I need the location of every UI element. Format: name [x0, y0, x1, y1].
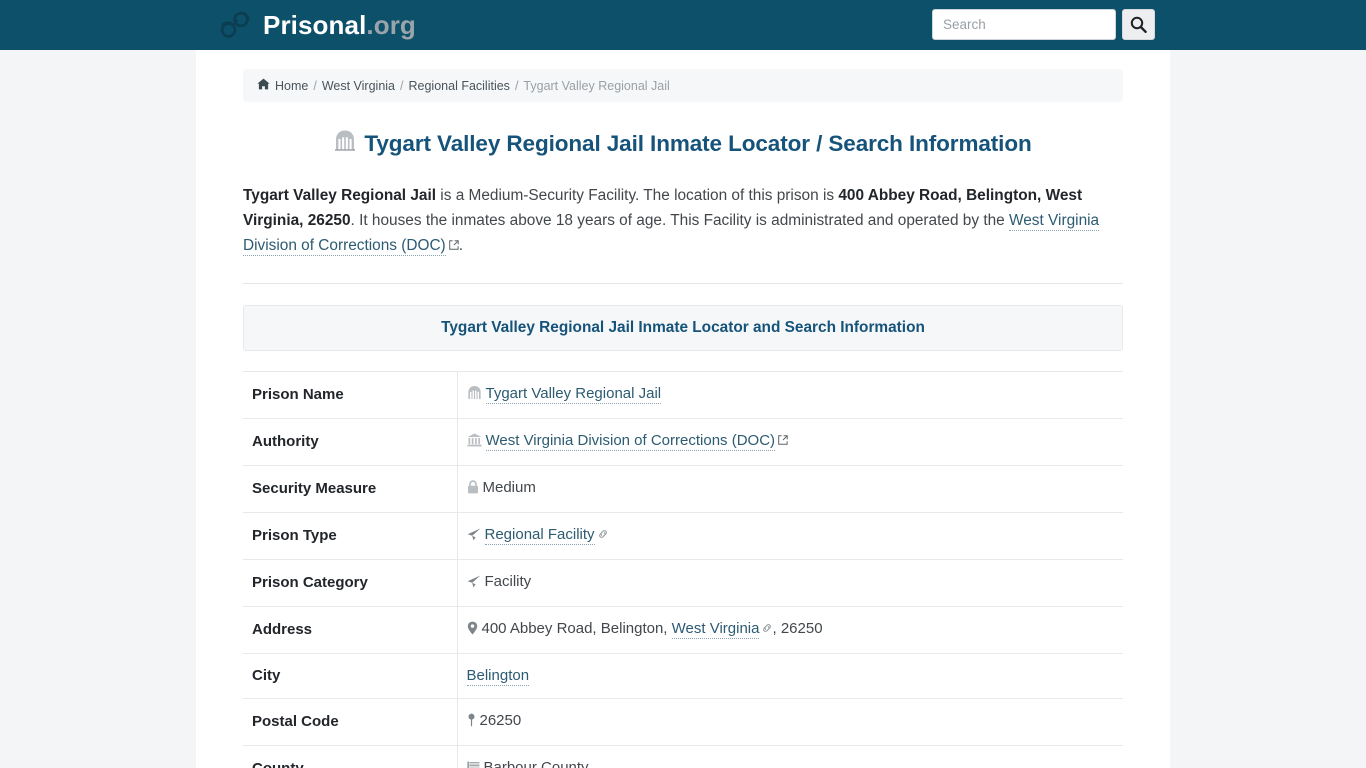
- postal-code-text: 26250: [479, 712, 522, 729]
- table-caption: Tygart Valley Regional Jail Inmate Locat…: [243, 305, 1123, 351]
- city-link[interactable]: Belington: [466, 667, 530, 686]
- address-suffix: , 26250: [772, 620, 823, 637]
- table-row: County Barbour County: [243, 745, 1123, 768]
- row-key-prison-category: Prison Category: [243, 559, 458, 607]
- intro-part-1: is a Medium-Security Facility. The locat…: [436, 187, 839, 204]
- row-key-address: Address: [243, 606, 458, 654]
- breadcrumb-item-regional-facilities[interactable]: Regional Facilities: [409, 79, 510, 93]
- link-chain-icon: [762, 619, 772, 639]
- row-key-county: County: [243, 745, 458, 768]
- page-title: Tygart Valley Regional Jail Inmate Locat…: [243, 129, 1123, 157]
- flag-icon: [467, 760, 480, 768]
- jail-building-icon: [334, 129, 356, 157]
- authority-link[interactable]: West Virginia Division of Corrections (D…: [485, 432, 776, 451]
- row-key-security-measure: Security Measure: [243, 465, 458, 513]
- security-measure-text: Medium: [482, 479, 536, 496]
- table-row: Prison Name Tygart Valley Regional Jail: [243, 371, 1123, 419]
- handcuffs-icon: [218, 10, 252, 40]
- brand-tld: .org: [366, 10, 416, 40]
- row-value-city: Belington: [457, 654, 1123, 699]
- intro-part-3: .: [458, 237, 463, 254]
- row-key-postal-code: Postal Code: [243, 698, 458, 746]
- table-row: Security Measure Medium: [243, 465, 1123, 513]
- facility-info-table: Prison Name Tygart Valley Regional Jail …: [243, 371, 1123, 768]
- jail-building-icon: [467, 385, 482, 406]
- site-header: Prisonal.org: [0, 0, 1366, 50]
- search-icon: [1130, 16, 1147, 33]
- brand-logo-link[interactable]: Prisonal.org: [218, 10, 416, 40]
- county-text: Barbour County: [483, 759, 589, 768]
- breadcrumb-separator: /: [313, 78, 317, 93]
- paper-plane-icon: [467, 527, 481, 547]
- search-form: [932, 9, 1155, 40]
- intro-part-2: . It houses the inmates above 18 years o…: [350, 212, 1009, 229]
- external-link-icon: [778, 431, 788, 451]
- section-divider: [243, 283, 1123, 284]
- row-value-prison-name: Tygart Valley Regional Jail: [457, 372, 1123, 419]
- lock-icon: [467, 480, 479, 500]
- row-key-authority: Authority: [243, 418, 458, 466]
- breadcrumb-separator: /: [400, 78, 404, 93]
- content-column: Home / West Virginia / Regional Faciliti…: [196, 50, 1170, 768]
- row-value-postal-code: 26250: [457, 699, 1123, 746]
- row-value-prison-type: Regional Facility: [457, 513, 1123, 560]
- row-key-prison-name: Prison Name: [243, 371, 458, 419]
- link-chain-icon: [598, 525, 608, 545]
- row-value-address: 400 Abbey Road, Belington, West Virginia…: [457, 607, 1123, 654]
- page-title-text: Tygart Valley Regional Jail Inmate Locat…: [364, 130, 1032, 156]
- home-icon: [257, 78, 270, 93]
- intro-paragraph: Tygart Valley Regional Jail is a Medium-…: [243, 183, 1123, 258]
- breadcrumb-separator: /: [514, 78, 519, 93]
- row-value-authority: West Virginia Division of Corrections (D…: [457, 419, 1123, 466]
- breadcrumb: Home / West Virginia / Regional Faciliti…: [243, 69, 1123, 102]
- row-key-prison-type: Prison Type: [243, 512, 458, 560]
- map-marker-icon: [467, 621, 478, 641]
- row-value-prison-category: Facility: [457, 560, 1123, 607]
- table-row: Prison Category Facility: [243, 559, 1123, 607]
- map-pin-icon: [467, 713, 476, 733]
- breadcrumb-item-west-virginia[interactable]: West Virginia: [322, 79, 395, 93]
- search-button[interactable]: [1122, 9, 1155, 40]
- row-value-county: Barbour County: [457, 746, 1123, 768]
- bank-institution-icon: [466, 433, 482, 453]
- table-row: Prison Type Regional Facility: [243, 512, 1123, 560]
- prison-name-link[interactable]: Tygart Valley Regional Jail: [485, 385, 662, 404]
- breadcrumb-item-home[interactable]: Home: [275, 79, 308, 93]
- address-prefix: 400 Abbey Road, Belington,: [481, 620, 672, 637]
- search-input[interactable]: [932, 9, 1116, 40]
- table-row: Authority West Virginia Division of Corr…: [243, 418, 1123, 466]
- address-state-link[interactable]: West Virginia: [671, 620, 760, 639]
- table-row: Address 400 Abbey Road, Belington, West …: [243, 606, 1123, 654]
- table-row: Postal Code 26250: [243, 698, 1123, 746]
- table-row: City Belington: [243, 653, 1123, 699]
- row-value-security-measure: Medium: [457, 466, 1123, 513]
- row-key-city: City: [243, 653, 458, 699]
- external-link-icon: [448, 233, 459, 258]
- prison-type-link[interactable]: Regional Facility: [484, 526, 595, 545]
- page-background: Home / West Virginia / Regional Faciliti…: [0, 50, 1366, 768]
- brand-wordmark: Prisonal.org: [263, 12, 416, 38]
- brand-name: Prisonal: [263, 10, 367, 40]
- facility-name-bold: Tygart Valley Regional Jail: [243, 187, 437, 204]
- breadcrumb-item-current: Tygart Valley Regional Jail: [523, 78, 670, 93]
- paper-plane-icon: [467, 574, 481, 594]
- prison-category-text: Facility: [484, 573, 532, 590]
